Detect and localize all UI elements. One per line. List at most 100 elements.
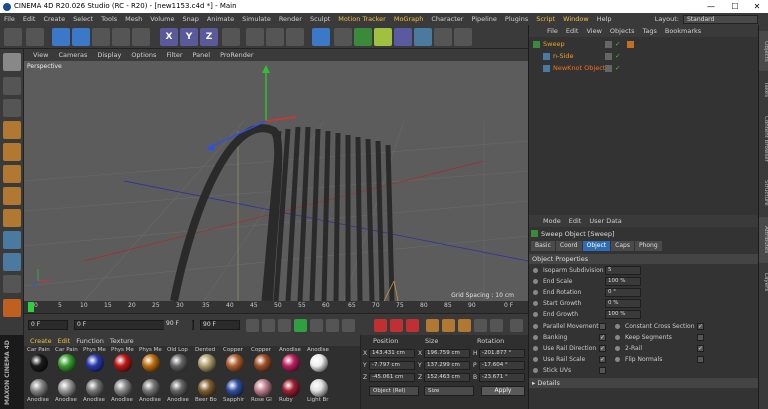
z-axis-lock-button[interactable]: Z (200, 28, 218, 46)
polygons-mode-icon[interactable] (3, 187, 21, 205)
start-frame-field[interactable]: 0 F (28, 320, 68, 330)
size-z-field[interactable]: 152.463 cm (424, 373, 470, 382)
keep-segments-checkbox[interactable] (697, 334, 704, 341)
viewport-menu-options[interactable]: Options (126, 51, 161, 59)
animation-dot-icon[interactable] (533, 324, 538, 329)
menu-help[interactable]: Help (593, 13, 616, 25)
material-swatch[interactable]: Copper (251, 347, 277, 377)
material-swatch[interactable]: Copper (223, 347, 249, 377)
isoparm-subdivision-field[interactable]: 5 (605, 266, 641, 275)
menu-script[interactable]: Script (532, 13, 559, 25)
animation-dot-icon[interactable] (533, 346, 538, 351)
attributes-menu-mode[interactable]: Mode (539, 217, 565, 225)
side-tab-structure[interactable]: Structure (759, 173, 768, 213)
stick-uvs-checkbox[interactable] (599, 367, 606, 374)
menu-mograph[interactable]: MoGraph (390, 13, 428, 25)
render-view-icon[interactable] (246, 28, 264, 46)
key-scale-icon[interactable] (442, 319, 455, 332)
objects-menu-file[interactable]: File (543, 27, 562, 35)
tab-phong[interactable]: Phong (634, 241, 662, 251)
menu-mesh[interactable]: Mesh (121, 13, 146, 25)
y-axis-lock-button[interactable]: Y (180, 28, 198, 46)
material-swatch[interactable]: Dented (195, 347, 221, 377)
animation-dot-icon[interactable] (615, 335, 620, 340)
max-frame-field[interactable]: 90 F (164, 320, 192, 330)
material-swatch[interactable]: Phys Me (111, 347, 137, 377)
menu-pipeline[interactable]: Pipeline (467, 13, 500, 25)
material-swatch[interactable]: Light Br (307, 378, 333, 408)
objects-menu-tags[interactable]: Tags (638, 27, 660, 35)
parallel-movement-checkbox[interactable] (599, 323, 606, 330)
material-menu-create[interactable]: Create (27, 337, 55, 345)
floor-scene-icon[interactable] (414, 28, 432, 46)
size-x-field[interactable]: 196.759 cm (424, 349, 470, 358)
objects-menu-bookmarks[interactable]: Bookmarks (661, 27, 705, 35)
coordinate-mode-dropdown[interactable]: Object (Rel) (369, 386, 419, 396)
use-rail-scale-checkbox[interactable]: ✓ (599, 356, 606, 363)
key-parameter-icon[interactable] (474, 319, 487, 332)
axis-mode-icon[interactable] (3, 209, 21, 227)
position-y-field[interactable]: -7.797 cm (369, 361, 415, 370)
close-button[interactable]: ✕ (746, 0, 768, 13)
animation-dot-icon[interactable] (533, 312, 538, 317)
viewport[interactable]: Perspective Grid Spacing : 10 cm (24, 61, 528, 301)
tab-basic[interactable]: Basic (531, 241, 555, 251)
material-swatch[interactable]: Beer Bo (195, 378, 221, 408)
workplane-icon[interactable] (3, 121, 21, 139)
visibility-icon[interactable] (605, 53, 612, 60)
cube-object-icon[interactable] (312, 28, 330, 46)
menu-simulate[interactable]: Simulate (238, 13, 275, 25)
object-row-nside[interactable]: n-Side ✓ (529, 51, 759, 62)
material-swatch[interactable]: Anodise (111, 378, 137, 408)
material-menu-function[interactable]: Function (73, 337, 107, 345)
go-to-end-icon[interactable] (342, 319, 355, 332)
rotation-b-field[interactable]: -23.671 ° (479, 373, 525, 382)
viewport-menu-prorender[interactable]: ProRender (215, 51, 258, 59)
material-swatch[interactable]: Anodise (55, 378, 81, 408)
menu-window[interactable]: Window (559, 13, 593, 25)
objects-menu-view[interactable]: View (582, 27, 605, 35)
next-frame-icon[interactable] (310, 319, 323, 332)
menu-plugins[interactable]: Plugins (501, 13, 532, 25)
menu-tools[interactable]: Tools (97, 13, 121, 25)
viewport-menu-cameras[interactable]: Cameras (53, 51, 92, 59)
tag-icon[interactable] (627, 41, 634, 48)
menu-motion-tracker[interactable]: Motion Tracker (334, 13, 390, 25)
make-editable-icon[interactable] (3, 53, 21, 71)
menu-select[interactable]: Select (69, 13, 97, 25)
autokey-icon[interactable] (390, 319, 403, 332)
material-swatch[interactable]: Anodise (27, 378, 53, 408)
points-mode-icon[interactable] (3, 143, 21, 161)
tab-object[interactable]: Object (582, 241, 611, 251)
model-mode-icon[interactable] (3, 77, 21, 95)
go-to-start-icon[interactable] (246, 319, 259, 332)
record-keys-icon[interactable] (374, 319, 387, 332)
material-swatch[interactable]: Anodise (279, 347, 305, 377)
select-tool-icon[interactable] (52, 28, 70, 46)
minimize-button[interactable]: — (700, 0, 722, 13)
animation-dot-icon[interactable] (533, 368, 538, 373)
end-growth-field[interactable]: 100 % (605, 310, 641, 319)
key-position-icon[interactable] (426, 319, 439, 332)
position-z-field[interactable]: -45.061 cm (369, 373, 415, 382)
side-tab-objects[interactable]: Objects (759, 31, 768, 71)
animation-dot-icon[interactable] (615, 346, 620, 351)
last-tool-icon[interactable] (132, 28, 150, 46)
material-swatch[interactable]: Car Pain (27, 347, 53, 377)
flip-normals-checkbox[interactable] (697, 356, 704, 363)
menu-snap[interactable]: Snap (178, 13, 202, 25)
scale-tool-icon[interactable] (92, 28, 110, 46)
maximize-button[interactable]: ☐ (724, 0, 746, 13)
menu-render[interactable]: Render (275, 13, 306, 25)
animation-dot-icon[interactable] (615, 324, 620, 329)
viewport-menu-display[interactable]: Display (92, 51, 126, 59)
enabled-check-icon[interactable]: ✓ (615, 39, 620, 50)
menu-volume[interactable]: Volume (146, 13, 178, 25)
material-swatch[interactable]: Anodise (139, 378, 165, 408)
end-frame-field[interactable]: 90 F (200, 320, 240, 330)
animation-dot-icon[interactable] (533, 268, 538, 273)
tweak-mode-icon[interactable] (3, 231, 21, 249)
coordinate-system-icon[interactable] (222, 28, 240, 46)
render-settings-icon[interactable] (286, 28, 304, 46)
viewport-menu-view[interactable]: View (28, 51, 53, 59)
